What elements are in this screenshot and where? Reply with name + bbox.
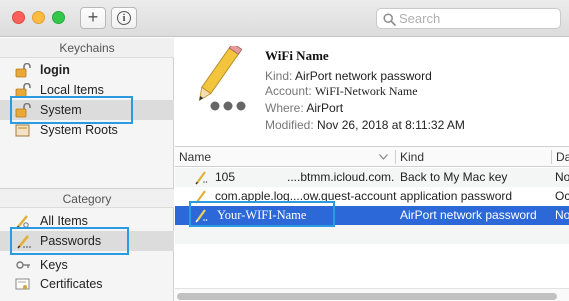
sidebar-item-label: Keys [40,258,68,272]
column-header-date[interactable]: Da [552,147,569,167]
cell-date: No [555,208,569,222]
sidebar-item-label: Local Items [40,83,104,97]
cell-name: 105 [215,170,236,184]
kind-value: AirPort network password [295,69,432,83]
cell-name: Your-WIFI-Name [217,208,307,222]
kind-row: Kind: AirPort network password [265,69,432,83]
lock-open-icon [15,103,31,118]
sidebar-item-all-items[interactable]: All Items [0,211,174,231]
minimize-window-button[interactable] [32,11,45,24]
pencil-icon [195,190,206,204]
sidebar-item-certificates[interactable]: Certificates [0,274,174,294]
cell-name: com.apple.log....ow.guest-account [215,189,397,203]
category-header: Category [0,188,174,208]
pencil-icon [17,235,31,249]
keychains-header: Keychains [0,38,174,58]
sidebar-item-login[interactable]: login [0,60,174,80]
sidebar-item-system-roots[interactable]: System Roots [0,120,174,140]
key-icon [16,261,30,269]
search-icon [383,13,396,26]
where-row: Where: AirPort [265,101,343,115]
modified-value: Nov 26, 2018 at 8:11:32 AM [317,118,465,132]
sidebar-item-keys[interactable]: Keys [0,255,174,275]
lock-open-icon [15,83,31,98]
column-header-kind[interactable]: Kind [396,147,552,167]
cell-name-suffix: ....btmm.icloud.com. [287,170,395,184]
table-row-selected[interactable]: Your-WIFI-Name AirPort network password … [175,206,569,225]
table-row[interactable]: 105 ....btmm.icloud.com. Back to My Mac … [175,168,569,187]
search-input[interactable] [399,10,554,27]
column-header-name[interactable]: Name [175,147,396,167]
horizontal-scrollbar[interactable] [175,288,569,301]
add-item-button[interactable]: + [80,7,106,29]
toolbar: + i [0,0,569,37]
cell-date: No [555,170,569,184]
pencil-icon [195,209,208,223]
cell-kind: AirPort network password [400,208,537,222]
column-header-label: Kind [400,150,425,164]
key-pencil-icon [195,171,208,185]
where-label: Where: [265,101,304,115]
sidebar-item-system[interactable]: System [0,100,174,120]
sidebar-item-label: Passwords [40,234,102,248]
get-info-button[interactable]: i [111,7,137,29]
where-value: AirPort [306,101,344,115]
modified-label: Modified: [265,118,314,132]
account-row: Account: WiFI-Network Name [265,84,418,99]
key-pencil-icon [16,215,29,229]
item-title: WiFi Name [265,48,329,63]
table-row[interactable]: com.apple.log....ow.guest-account applic… [175,187,569,206]
column-header-label: Name [179,150,212,164]
sidebar-item-label: System [40,103,82,117]
sidebar-item-label: System Roots [40,123,118,137]
sidebar: Keychains login Local Items System Syste… [0,38,174,301]
table-row-empty [175,225,569,244]
modified-row: Modified: Nov 26, 2018 at 8:11:32 AM [265,118,465,132]
account-label: Account: [265,84,312,98]
sidebar-item-label: All Items [40,214,88,228]
password-pencil-icon [198,46,246,111]
kind-label: Kind: [265,69,293,83]
zoom-window-button[interactable] [52,11,65,24]
column-header-label: Da [556,150,569,164]
item-detail-pane: WiFi Name Kind: AirPort network password… [175,38,569,146]
scrollbar-thumb[interactable] [177,293,557,300]
account-value: WiFI-Network Name [315,84,418,98]
cell-date: Oc [555,189,569,203]
plus-icon: + [87,7,99,27]
sidebar-item-local-items[interactable]: Local Items [0,80,174,100]
search-field[interactable] [376,8,561,29]
items-table: Name Kind Da 105 ....btmm.icloud.com. Ba… [175,146,569,301]
certificate-icon [15,278,30,290]
sort-descending-icon [379,154,388,160]
sidebar-item-passwords[interactable]: Passwords [0,231,174,251]
sidebar-item-label: login [40,63,70,77]
lock-open-icon [15,63,31,78]
close-window-button[interactable] [12,11,25,24]
cell-kind: application password [400,189,513,203]
info-icon: i [117,11,131,25]
cell-kind: Back to My Mac key [400,170,508,184]
folder-icon [15,124,30,137]
sidebar-item-label: Certificates [40,277,103,291]
